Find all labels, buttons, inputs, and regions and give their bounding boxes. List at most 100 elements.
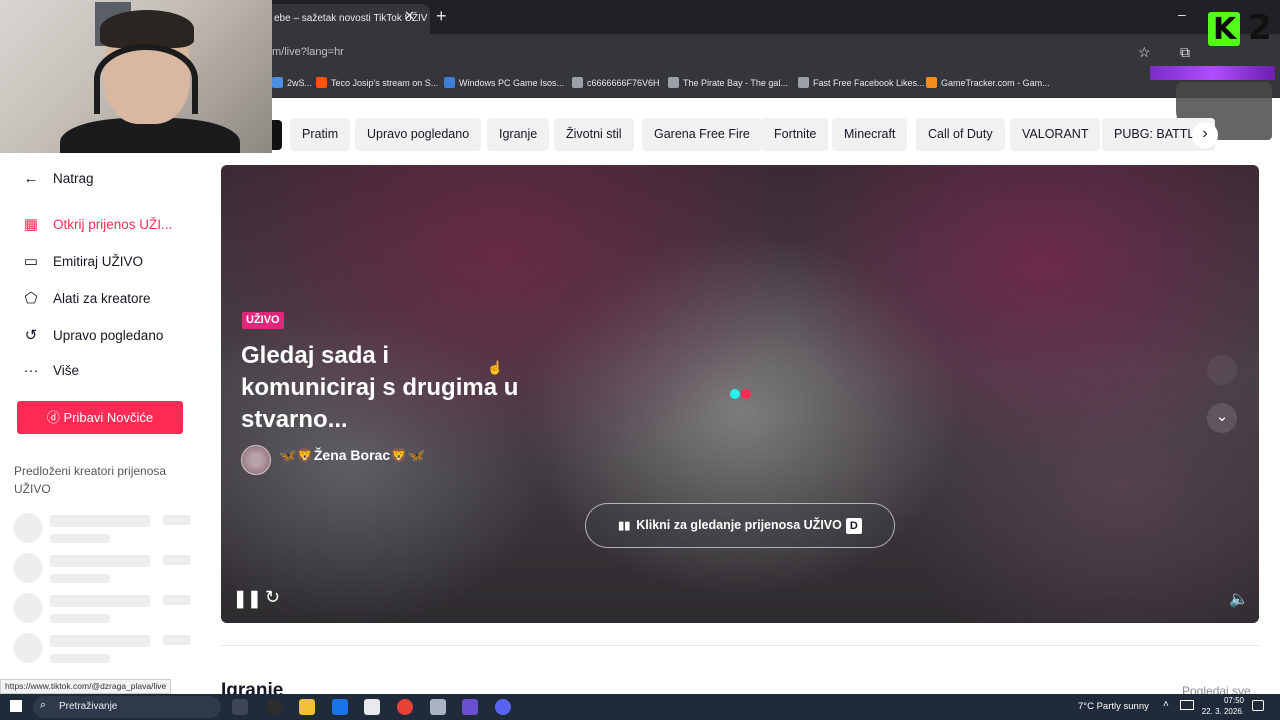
app-icon[interactable] xyxy=(430,699,446,715)
watch-live-label: Klikni za gledanje prijenosa UŽIVO xyxy=(636,518,842,532)
mouse-cursor-icon: ☝ xyxy=(487,360,504,375)
streamer-name[interactable]: 🦋🦁Žena Borac🦁🦋 xyxy=(279,447,425,464)
arrow-left-icon: ← xyxy=(23,170,39,187)
sidebar-item-label: Alati za kreatore xyxy=(53,291,151,306)
app-icon[interactable] xyxy=(462,699,478,715)
file-explorer-icon[interactable] xyxy=(299,699,315,715)
category-chip[interactable]: Životni stil xyxy=(554,118,634,151)
watch-live-button[interactable]: ▮▮ Klikni za gledanje prijenosa UŽIVO D xyxy=(585,503,895,548)
loading-dot-red xyxy=(741,389,751,399)
bookmark-item[interactable]: GameTracker.com - Gam... xyxy=(926,77,1050,88)
skeleton-avatar xyxy=(13,593,43,623)
skeleton-line xyxy=(50,574,110,583)
address-bar-url[interactable]: m/live?lang=hr xyxy=(272,46,344,58)
bookmark-favicon-icon xyxy=(572,77,583,88)
new-tab-button[interactable]: + xyxy=(436,6,447,27)
category-chip[interactable]: Call of Duty xyxy=(916,118,1005,151)
chevron-right-icon[interactable]: › xyxy=(1192,122,1218,148)
task-view-icon[interactable] xyxy=(232,699,248,715)
get-coins-button[interactable]: ⓓ Pribavi Novčiće xyxy=(17,401,183,434)
tray-chevron-icon[interactable]: ˄ xyxy=(1163,699,1169,710)
chrome-icon[interactable] xyxy=(397,699,413,715)
live-title: Gledaj sada i komuniciraj s drugima u st… xyxy=(241,342,519,433)
skeleton-line xyxy=(163,515,191,525)
bookmark-label: c6666666F76V6H xyxy=(587,78,660,88)
search-icon: ⌕ xyxy=(40,699,47,711)
skeleton-avatar xyxy=(13,633,43,663)
window-minimize-icon[interactable]: – xyxy=(1178,6,1186,22)
bookmark-item[interactable]: c6666666F76V6H xyxy=(572,77,660,88)
bookmark-favicon-icon xyxy=(272,77,283,88)
skeleton-avatar xyxy=(13,513,43,543)
bookmark-item[interactable]: Fast Free Facebook Likes... xyxy=(798,77,925,88)
notification-icon[interactable] xyxy=(1252,700,1264,711)
keyboard-icon[interactable] xyxy=(1180,700,1194,710)
category-chip[interactable]: VALORANT xyxy=(1010,118,1101,151)
video-camera-icon: ▭ xyxy=(23,253,39,270)
bookmark-favicon-icon xyxy=(798,77,809,88)
category-chip[interactable]: Fortnite xyxy=(762,118,829,151)
windows-start-icon[interactable] xyxy=(10,700,22,712)
category-chip[interactable]: Garena Free Fire xyxy=(642,118,762,151)
sidebar-item-creator-tools[interactable]: ⬠ Alati za kreatore xyxy=(20,289,151,307)
edge-icon[interactable] xyxy=(332,699,348,715)
pause-icon[interactable]: ❚❚ xyxy=(233,589,262,609)
bookmark-item[interactable]: The Pirate Bay - The gal... xyxy=(668,77,788,88)
sidebar-item-discover-live[interactable]: ▦ Otkrij prijenos UŽI... xyxy=(20,215,172,233)
clock-time: 07:50 xyxy=(1223,696,1244,705)
category-chip[interactable]: Pratim xyxy=(290,118,351,151)
skeleton-line xyxy=(163,595,191,605)
bookmark-label: 2wS... xyxy=(287,78,313,88)
bookmark-label: GameTracker.com - Gam... xyxy=(941,78,1050,88)
refresh-icon[interactable]: ↻ xyxy=(265,587,280,608)
bookmark-item[interactable]: 2wS... xyxy=(272,77,312,88)
status-bar-url: https://www.tiktok.com/@dzraga_plava/liv… xyxy=(0,679,172,694)
category-chips: Pratim Upravo pogledano Igranje Životni sti… xyxy=(272,118,1280,152)
skeleton-line xyxy=(50,614,110,623)
category-chip[interactable]: Minecraft xyxy=(832,118,908,151)
streamer-avatar[interactable] xyxy=(241,445,271,475)
overlay-number: 2 xyxy=(1248,8,1272,48)
shortcut-key: D xyxy=(845,518,862,534)
bookmark-item[interactable]: Windows PC Game Isos... xyxy=(444,77,564,88)
clock[interactable]: 07:50 22. 3. 2026. xyxy=(1196,695,1244,717)
webcam-overlay xyxy=(0,0,272,153)
clock-date: 22. 3. 2026. xyxy=(1201,707,1244,716)
sidebar-back[interactable]: ← Natrag xyxy=(20,170,94,187)
get-coins-label: Pribavi Novčiće xyxy=(63,410,154,425)
sidebar-item-recently-watched[interactable]: ↺ Upravo pogledano xyxy=(20,326,164,344)
weather-text[interactable]: 7°C Partly sunny xyxy=(1078,701,1149,712)
app-icon[interactable] xyxy=(266,699,282,715)
sidebar-item-more[interactable]: ··· Više xyxy=(20,362,80,379)
live-player[interactable]: UŽIVO Gledaj sada i komuniciraj s drugim… xyxy=(221,165,1259,623)
live-badge: UŽIVO xyxy=(242,312,284,329)
bookmark-label: Windows PC Game Isos... xyxy=(459,78,565,88)
suggested-creators-title: Predloženi kreatori prijenosa UŽIVO xyxy=(14,464,167,496)
sidebar-item-go-live[interactable]: ▭ Emitiraj UŽIVO xyxy=(20,252,143,270)
discord-icon[interactable] xyxy=(495,699,511,715)
volume-icon[interactable]: 🔈 xyxy=(1229,589,1249,609)
category-chip[interactable]: Upravo pogledano xyxy=(355,118,482,151)
taskbar-search-input[interactable]: Pretraživanje xyxy=(33,696,221,718)
calendar-live-icon: ▦ xyxy=(23,216,39,233)
sidebar-item-label: Emitiraj UŽIVO xyxy=(53,254,144,269)
section-divider xyxy=(221,645,1259,646)
extensions-icon[interactable]: ⧉ xyxy=(1180,44,1190,61)
kick-logo-icon xyxy=(1208,12,1240,47)
previous-stream-button[interactable] xyxy=(1207,355,1237,385)
sidebar-back-label: Natrag xyxy=(53,171,94,186)
bookmark-star-icon[interactable]: ☆ xyxy=(1138,44,1151,61)
skeleton-line xyxy=(50,515,150,527)
skeleton-line xyxy=(50,595,150,607)
store-icon[interactable] xyxy=(364,699,380,715)
history-icon: ↺ xyxy=(24,327,38,344)
sidebar-item-label: Upravo pogledano xyxy=(53,328,164,343)
bookmark-item[interactable]: Teco Josip's stream on S... xyxy=(316,77,438,88)
chevron-down-icon[interactable]: ⌄ xyxy=(1207,403,1237,433)
bookmark-label: The Pirate Bay - The gal... xyxy=(683,78,788,88)
skeleton-avatar xyxy=(13,553,43,583)
skeleton-line xyxy=(163,555,191,565)
category-chip[interactable]: Igranje xyxy=(487,118,550,151)
tab-close-icon[interactable]: ✕ xyxy=(404,8,415,24)
bookmark-favicon-icon xyxy=(668,77,679,88)
